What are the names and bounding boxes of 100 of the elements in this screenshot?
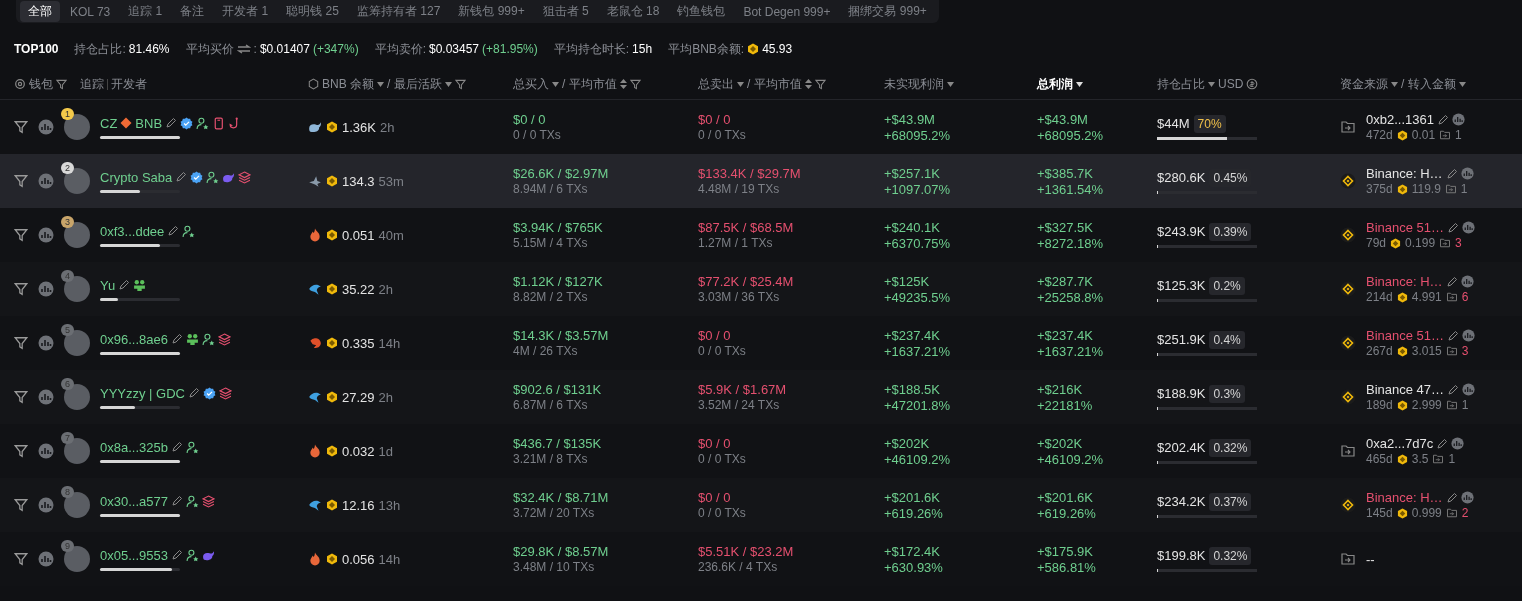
filter-tab[interactable]: 狙击者 5	[534, 1, 597, 22]
filter-tab[interactable]: 全部	[20, 1, 60, 22]
filter-icon[interactable]	[14, 444, 28, 458]
filter-icon[interactable]	[14, 390, 28, 404]
edit-icon[interactable]	[170, 441, 183, 453]
filter-tab[interactable]: 老鼠仓 18	[598, 1, 668, 22]
funding-source[interactable]: 0xa2...7d7c	[1366, 436, 1434, 451]
filter-tab[interactable]: 新钱包 999+	[450, 1, 533, 22]
chart-icon[interactable]	[1462, 383, 1476, 396]
wallet-name[interactable]: 0x8a...325b	[100, 439, 168, 455]
edit-icon[interactable]	[1445, 491, 1458, 504]
chart-icon[interactable]	[1460, 275, 1474, 288]
edit-icon[interactable]	[1436, 437, 1449, 450]
wallet-name[interactable]: 0xf3...ddee	[100, 223, 165, 239]
wallet-name[interactable]: Crypto Saba	[100, 169, 173, 185]
column-header[interactable]: 钱包	[29, 75, 53, 93]
chart-icon[interactable]	[38, 119, 54, 135]
filter-icon[interactable]	[454, 78, 466, 90]
chart-icon[interactable]	[38, 227, 54, 243]
table-row[interactable]: 4 Yu 35.22 2h $1.12K / $127K 8.82M / 2 TXs $77.2K / $25.4M 3.03M / 36 TXs +$125K +49235.5% +$287.7K +25258.8% $125.3K 0.2% Binance: H… 214d 4.991 6	[0, 262, 1522, 316]
chart-icon[interactable]	[1451, 437, 1465, 450]
column-header[interactable]: 持仓占比	[1157, 75, 1205, 93]
chart-icon[interactable]	[38, 551, 54, 567]
column-header[interactable]: 追踪	[80, 75, 104, 93]
edit-icon[interactable]	[1447, 383, 1460, 396]
edit-icon[interactable]	[1447, 329, 1460, 342]
currency-toggle-icon[interactable]	[1246, 78, 1259, 90]
edit-icon[interactable]	[170, 333, 183, 345]
funding-source[interactable]: Binance 51…	[1366, 220, 1445, 235]
funding-source[interactable]: Binance 51…	[1366, 328, 1445, 343]
funding-source[interactable]: Binance: H…	[1366, 490, 1443, 505]
wallet-name[interactable]: CZ	[100, 115, 118, 131]
edit-icon[interactable]	[170, 549, 183, 561]
funding-source[interactable]: Binance: H…	[1366, 166, 1443, 181]
chart-icon[interactable]	[38, 281, 54, 297]
filter-tab[interactable]: 钓鱼钱包	[669, 1, 734, 22]
chart-icon[interactable]	[1460, 167, 1474, 180]
filter-icon[interactable]	[629, 78, 641, 90]
wallet-name[interactable]: 0x05...9553	[100, 547, 168, 563]
edit-icon[interactable]	[188, 387, 200, 399]
wallet-name[interactable]: YYYzzy | GDC	[100, 385, 185, 401]
edit-icon[interactable]	[1436, 113, 1449, 126]
edit-icon[interactable]	[1445, 275, 1458, 288]
edit-icon[interactable]	[118, 279, 131, 291]
filter-tab[interactable]: 备注	[172, 1, 213, 22]
filter-icon[interactable]	[14, 552, 28, 566]
column-header[interactable]: 未实现利润	[884, 75, 944, 93]
settings-icon[interactable]	[14, 78, 26, 90]
chart-icon[interactable]	[38, 497, 54, 513]
filter-tab[interactable]: KOL 73	[62, 1, 119, 22]
filter-icon[interactable]	[14, 498, 28, 512]
filter-tab[interactable]: 开发者 1	[214, 1, 277, 22]
chart-icon[interactable]	[1460, 491, 1474, 504]
edit-icon[interactable]	[1445, 167, 1458, 180]
wallet-name[interactable]: 0x30...a577	[100, 493, 168, 509]
funding-source[interactable]: 0xb2...1361	[1366, 112, 1434, 127]
edit-icon[interactable]	[170, 495, 183, 507]
column-header[interactable]: 总卖出	[698, 75, 734, 93]
sort-icon[interactable]	[804, 79, 812, 89]
swap-icon[interactable]	[236, 44, 251, 54]
column-header[interactable]: 资金来源	[1340, 75, 1388, 93]
edit-icon[interactable]	[1447, 221, 1460, 234]
column-header[interactable]: / 平均市值	[747, 75, 802, 93]
funding-source[interactable]: --	[1366, 551, 1375, 567]
filter-tab[interactable]: Bot Degen 999+	[735, 1, 839, 22]
wallet-name[interactable]: Yu	[100, 277, 116, 293]
edit-icon[interactable]	[175, 171, 188, 183]
column-header[interactable]: / 转入金额	[1401, 75, 1456, 93]
filter-icon[interactable]	[56, 78, 67, 90]
column-header[interactable]: / 最后活跃	[387, 75, 442, 93]
chart-icon[interactable]	[1462, 329, 1476, 342]
filter-icon[interactable]	[814, 78, 826, 90]
column-header[interactable]: 总买入	[513, 75, 549, 93]
chart-icon[interactable]	[38, 335, 54, 351]
column-header[interactable]: / 平均市值	[562, 75, 617, 93]
funding-source[interactable]: Binance: H…	[1366, 274, 1443, 289]
filter-tab[interactable]: 追踪 1	[120, 1, 171, 22]
wallet-name[interactable]: BNB	[135, 115, 163, 131]
chart-icon[interactable]	[1462, 221, 1476, 234]
sort-icon[interactable]	[619, 79, 627, 89]
table-row[interactable]: 2 Crypto Saba 134.3 53m $26.6K / $2.97M 8.94M / 6 TXs $133.4K / $29.7M 4.48M / 19 TXs +$257.1K +1097.07% +$385.7K +1361.54% $280.6K 0.45% Binance: H… 375d 119.9 1	[0, 154, 1522, 208]
wallet-name[interactable]: 0x96...8ae6	[100, 331, 168, 347]
chart-icon[interactable]	[38, 173, 54, 189]
filter-icon[interactable]	[14, 282, 28, 296]
edit-icon[interactable]	[167, 225, 180, 237]
edit-icon[interactable]	[165, 117, 178, 129]
caret-icon[interactable]	[1076, 81, 1083, 87]
chart-icon[interactable]	[38, 443, 54, 459]
filter-icon[interactable]	[14, 120, 28, 134]
funding-source[interactable]: Binance 47…	[1366, 382, 1445, 397]
filter-tab[interactable]: 监筹持有者 127	[348, 1, 449, 22]
filter-tab[interactable]: 捆绑交易 999+	[840, 1, 935, 22]
column-header[interactable]: USD	[1218, 77, 1244, 91]
chart-icon[interactable]	[1451, 113, 1465, 126]
chart-icon[interactable]	[38, 389, 54, 405]
filter-icon[interactable]	[14, 228, 28, 242]
filter-tab[interactable]: 聪明钱 25	[278, 1, 347, 22]
column-header[interactable]: 总利润	[1037, 75, 1073, 93]
column-header[interactable]: 开发者	[111, 75, 147, 93]
filter-icon[interactable]	[14, 336, 28, 350]
